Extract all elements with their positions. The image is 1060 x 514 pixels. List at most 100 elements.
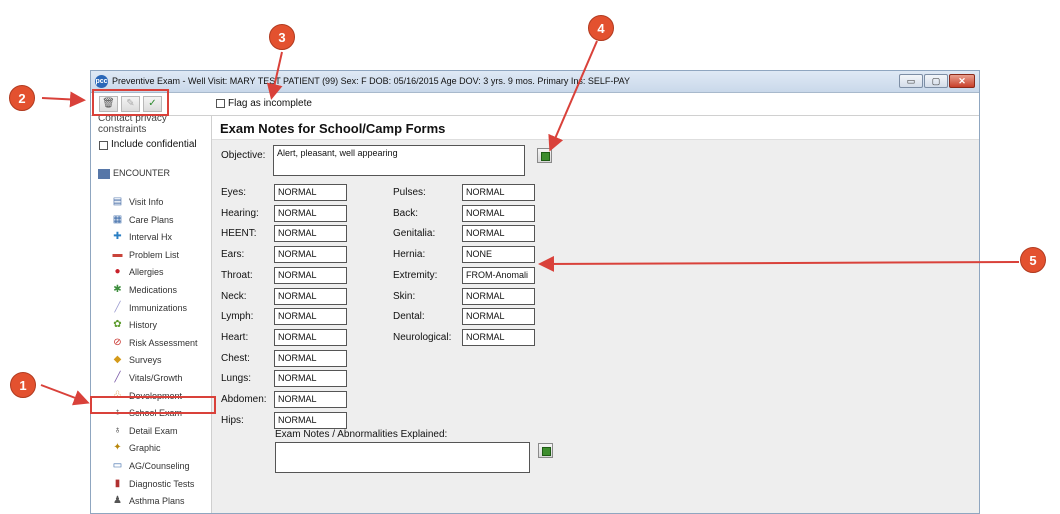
hernia-label: Hernia: (393, 249, 425, 260)
neurological-field[interactable]: NORMAL (462, 329, 535, 346)
preventive-exam-window: pcc Preventive Exam - Well Visit: MARY T… (90, 70, 980, 514)
sidebar-item-label: Care Plans (129, 215, 174, 225)
sidebar-item-label: Detail Exam (129, 426, 178, 436)
minimize-button[interactable]: ▭ (899, 74, 923, 88)
genitalia-field[interactable]: NORMAL (462, 225, 535, 242)
flag-incomplete-label: Flag as incomplete (228, 98, 312, 109)
save-button[interactable]: ✓ (143, 96, 162, 112)
sidebar-item-visit-info[interactable]: ▤ Visit Info (111, 194, 207, 210)
sidebar-item-history[interactable]: ✿History (111, 317, 207, 333)
window-title: Preventive Exam - Well Visit: MARY TEST … (112, 76, 630, 86)
flag-incomplete-checkbox[interactable] (216, 99, 225, 108)
sidebar-item-label: Problem List (129, 250, 179, 260)
sidebar-item-label: Visit Info (129, 197, 163, 207)
delete-button[interactable]: 🗑 (99, 96, 118, 112)
heent-field[interactable]: NORMAL (274, 225, 347, 242)
sidebar-item-allergies[interactable]: ● Allergies (111, 264, 207, 280)
encounter-icon (98, 169, 110, 179)
sidebar-item-problem-list[interactable]: ▬ Problem List (111, 247, 207, 263)
ears-field[interactable]: NORMAL (274, 246, 347, 263)
checkmark-icon: ✓ (148, 98, 156, 109)
hips-field[interactable]: NORMAL (274, 412, 347, 429)
lymph-label: Lymph: (221, 311, 253, 322)
exam-notes-field[interactable] (275, 442, 530, 473)
marker-3: 3 (269, 24, 295, 50)
exam-notes-pick-button[interactable] (538, 443, 553, 458)
hearing-field[interactable]: NORMAL (274, 205, 347, 222)
hips-label: Hips: (221, 415, 244, 426)
throat-field[interactable]: NORMAL (274, 267, 347, 284)
arrow-2 (42, 98, 82, 100)
pulses-field[interactable]: NORMAL (462, 184, 535, 201)
detail-exam-icon: ♁ (111, 425, 124, 436)
arrow-1 (41, 385, 86, 402)
close-button[interactable]: ✕ (949, 74, 975, 88)
app-logo-icon: pcc (95, 75, 108, 88)
history-icon: ✿ (111, 319, 124, 330)
sidebar-item-development[interactable]: ♧Development (111, 388, 207, 404)
extremity-field[interactable]: FROM-Anomali (462, 267, 535, 284)
eyes-field[interactable]: NORMAL (274, 184, 347, 201)
immunizations-icon: ╱ (111, 302, 124, 313)
sidebar-item-interval-hx[interactable]: ✚ Interval Hx (111, 229, 207, 245)
ears-label: Ears: (221, 249, 244, 260)
trash-icon: 🗑 (102, 98, 115, 109)
sidebar-item-risk-assessment[interactable]: ⊘Risk Assessment (111, 335, 207, 351)
exam-notes-label: Exam Notes / Abnormalities Explained: (275, 429, 447, 440)
interval-hx-icon: ✚ (111, 231, 124, 242)
throat-label: Throat: (221, 270, 253, 281)
medications-icon: ✱ (111, 284, 124, 295)
sidebar-item-label: Development (129, 391, 182, 401)
marker-1: 1 (10, 372, 36, 398)
graphic-icon: ✦ (111, 442, 124, 453)
sidebar-item-label: Allergies (129, 267, 164, 277)
sidebar-item-label: Risk Assessment (129, 338, 198, 348)
heart-field[interactable]: NORMAL (274, 329, 347, 346)
sidebar-item-asthma-plans[interactable]: ♟Asthma Plans (111, 493, 207, 509)
encounter-header: ENCOUNTER (98, 168, 170, 179)
include-confidential-checkbox[interactable] (99, 141, 108, 150)
sidebar-item-label: Graphic (129, 443, 161, 453)
sidebar-item-diagnostic-tests[interactable]: ▮Diagnostic Tests (111, 476, 207, 492)
sidebar-item-school-exam[interactable]: ♁School Exam (111, 405, 207, 421)
sidebar-item-label: Interval Hx (129, 232, 172, 242)
objective-pick-button[interactable] (537, 148, 552, 163)
objective-label: Objective: (221, 150, 265, 161)
problem-list-icon: ▬ (111, 249, 124, 260)
sidebar-item-surveys[interactable]: ◆Surveys (111, 352, 207, 368)
school-exam-icon: ♁ (111, 407, 124, 418)
neck-label: Neck: (221, 291, 247, 302)
heent-label: HEENT: (221, 228, 257, 239)
marker-5: 5 (1020, 247, 1046, 273)
neck-field[interactable]: NORMAL (274, 288, 347, 305)
care-plans-icon: ▦ (111, 214, 124, 225)
abdomen-field[interactable]: NORMAL (274, 391, 347, 408)
hernia-field[interactable]: NONE (462, 246, 535, 263)
sidebar-item-ag-counseling[interactable]: ▭AG/Counseling (111, 458, 207, 474)
allergies-icon: ● (111, 266, 124, 277)
back-field[interactable]: NORMAL (462, 205, 535, 222)
sidebar-item-medications[interactable]: ✱Medications (111, 282, 207, 298)
sidebar-item-label: Asthma Plans (129, 496, 185, 506)
edit-button[interactable]: ✎ (121, 96, 140, 112)
lymph-field[interactable]: NORMAL (274, 308, 347, 325)
sidebar-item-detail-exam[interactable]: ♁ Detail Exam (111, 423, 207, 439)
content-header: Exam Notes for School/Camp Forms (212, 116, 979, 140)
objective-field[interactable]: Alert, pleasant, well appearing (273, 145, 525, 176)
neurological-label: Neurological: (393, 332, 451, 343)
sidebar-item-label: Diagnostic Tests (129, 479, 194, 489)
maximize-button[interactable]: ▢ (924, 74, 948, 88)
hearing-label: Hearing: (221, 208, 259, 219)
dental-field[interactable]: NORMAL (462, 308, 535, 325)
sidebar-item-vitals-growth[interactable]: ╱Vitals/Growth (111, 370, 207, 386)
sidebar-item-care-plans[interactable]: ▦ Care Plans (111, 212, 207, 228)
heart-label: Heart: (221, 332, 248, 343)
lungs-field[interactable]: NORMAL (274, 370, 347, 387)
ag-counseling-icon: ▭ (111, 460, 124, 471)
chest-field[interactable]: NORMAL (274, 350, 347, 367)
title-bar: pcc Preventive Exam - Well Visit: MARY T… (91, 71, 979, 93)
sidebar-item-immunizations[interactable]: ╱Immunizations (111, 300, 207, 316)
sidebar-item-graphic[interactable]: ✦ Graphic (111, 440, 207, 456)
visit-info-icon: ▤ (111, 196, 124, 207)
skin-field[interactable]: NORMAL (462, 288, 535, 305)
